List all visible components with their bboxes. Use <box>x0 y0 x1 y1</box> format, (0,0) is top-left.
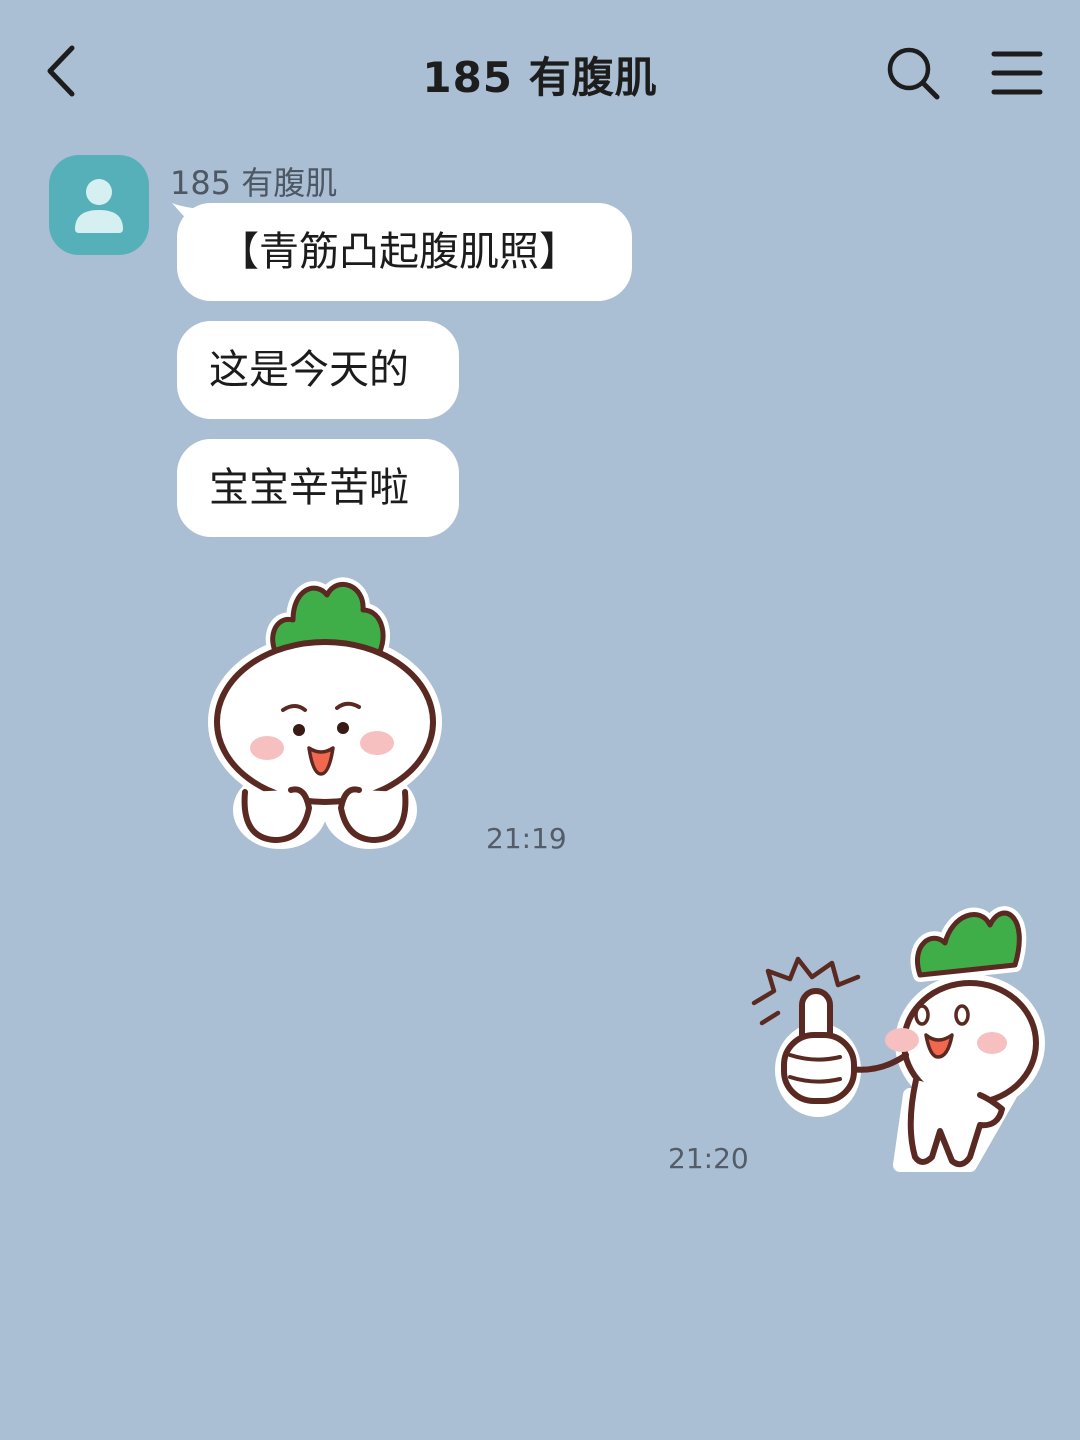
sender-name: 185 有腹肌 <box>170 164 338 202</box>
message-bubble[interactable]: 宝宝辛苦啦 <box>177 439 459 537</box>
user-avatar-icon <box>75 179 123 233</box>
top-bar: 185 有腹肌 <box>0 0 1080 140</box>
search-icon[interactable] <box>880 40 946 106</box>
worried-radish-sticker[interactable] <box>205 560 445 860</box>
message-time: 21:20 <box>668 1142 749 1175</box>
message-bubble[interactable]: 这是今天的 <box>177 321 459 419</box>
thumbs-up-radish-sticker[interactable] <box>740 895 1050 1185</box>
message-bubble[interactable]: 【青筋凸起腹肌照】 <box>177 203 632 301</box>
avatar[interactable] <box>49 155 149 255</box>
message-time: 21:19 <box>486 822 567 855</box>
hamburger-menu-icon[interactable] <box>984 40 1050 106</box>
